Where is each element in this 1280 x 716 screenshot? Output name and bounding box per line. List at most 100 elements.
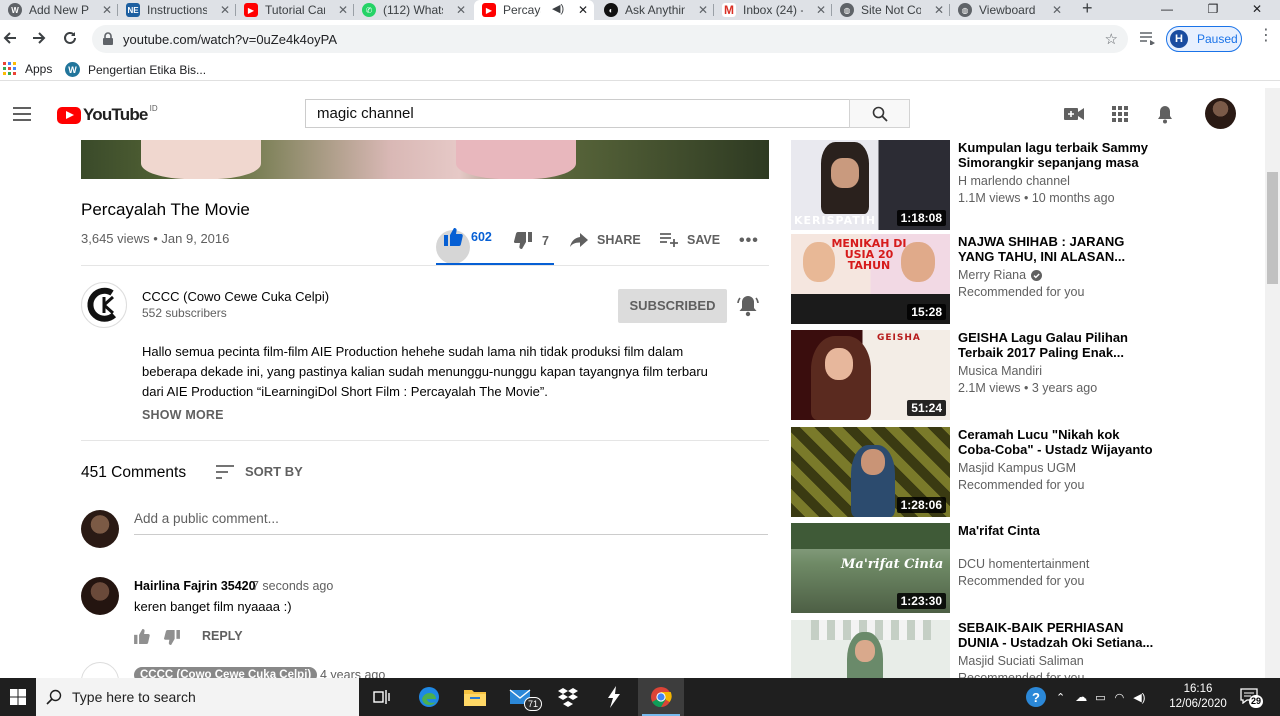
recommended-title[interactable]: Ceramah Lucu "Nikah kok Coba-Coba" - Ust…	[958, 427, 1158, 457]
page-scrollbar-thumb[interactable]	[1267, 172, 1278, 284]
recommended-title[interactable]: SEBAIK-BAIK PERHIASAN DUNIA - Ustadzah O…	[958, 620, 1158, 650]
edge-app[interactable]	[406, 678, 452, 716]
channel-notifications-button[interactable]	[737, 293, 759, 322]
show-more-button[interactable]: SHOW MORE	[142, 408, 224, 422]
add-comment-input[interactable]: Add a public comment...	[134, 511, 768, 535]
tab-whatsapp[interactable]: ✆ (112) Whats ✕	[354, 0, 472, 20]
recommended-title[interactable]: GEISHA Lagu Galau Pilihan Terbaik 2017 P…	[958, 330, 1158, 360]
more-actions-icon[interactable]: •••	[739, 232, 759, 250]
close-icon[interactable]: ✕	[578, 3, 588, 17]
subscribed-button[interactable]: SUBSCRIBED	[618, 289, 727, 323]
video-player[interactable]	[81, 140, 769, 179]
tab-percayalah[interactable]: ▶ Percaya ◀) ✕	[474, 0, 594, 20]
reading-list-icon[interactable]	[1140, 32, 1156, 45]
reload-button[interactable]	[60, 28, 80, 48]
save-button[interactable]: SAVE	[660, 233, 720, 247]
video-thumbnail[interactable]: KERISPATIH 1:18:08	[791, 140, 950, 230]
comment-author[interactable]: Hairlina Fajrin 35420	[134, 579, 256, 593]
help-icon[interactable]: ?	[1026, 687, 1046, 707]
profile-button[interactable]: H Paused	[1166, 26, 1242, 52]
recommended-video[interactable]: MENIKAH DI USIA 20 TAHUN 15:28 NAJWA SHI…	[791, 234, 1161, 324]
sort-by-button[interactable]: SORT BY	[216, 464, 303, 479]
comment-time[interactable]: 7 seconds ago	[252, 579, 333, 593]
recommended-title[interactable]: Kumpulan lagu terbaik Sammy Simorangkir …	[958, 140, 1158, 170]
file-explorer-app[interactable]	[452, 678, 498, 716]
dislike-button[interactable]: 7	[514, 232, 549, 249]
reply-button[interactable]: REPLY	[202, 629, 243, 643]
speaker-icon[interactable]: ◀)	[552, 2, 564, 15]
youtube-apps-button[interactable]	[1109, 103, 1131, 125]
like-button[interactable]: 602	[436, 228, 492, 264]
channel-avatar[interactable]	[81, 282, 127, 328]
back-button[interactable]	[0, 28, 20, 48]
address-bar[interactable]: youtube.com/watch?v=0uZe4k4oyPA ☆	[92, 25, 1128, 53]
close-icon[interactable]: ✕	[456, 3, 466, 17]
battery-icon[interactable]: ▭	[1095, 691, 1105, 704]
close-icon[interactable]: ✕	[816, 3, 826, 17]
recommended-title[interactable]: NAJWA SHIHAB : JARANG YANG TAHU, INI ALA…	[958, 234, 1158, 264]
close-icon[interactable]: ✕	[102, 3, 112, 17]
browser-menu-icon[interactable]: ⋮	[1258, 28, 1274, 44]
close-icon[interactable]: ✕	[220, 3, 230, 17]
recommended-channel[interactable]: Masjid Kampus UGM	[958, 461, 1076, 475]
close-icon[interactable]: ✕	[338, 3, 348, 17]
taskbar-clock[interactable]: 16:16 12/06/2020	[1168, 682, 1228, 712]
action-center-button[interactable]: 29	[1240, 688, 1263, 708]
notifications-button[interactable]	[1154, 103, 1176, 125]
recommended-video[interactable]: Ma'rifat Cinta 1:23:30 Ma'rifat Cinta DC…	[791, 523, 1161, 613]
chrome-app[interactable]	[638, 678, 684, 716]
create-video-button[interactable]	[1063, 103, 1085, 125]
volume-icon[interactable]: ◀)	[1133, 691, 1145, 704]
comment-dislike-icon[interactable]	[164, 630, 180, 645]
account-avatar[interactable]	[1205, 98, 1236, 129]
comment-like-icon[interactable]	[134, 629, 150, 644]
bookmark-etika-bisnis[interactable]: W Pengertian Etika Bis...	[65, 62, 206, 77]
close-icon[interactable]: ✕	[934, 3, 944, 17]
youtube-logo[interactable]: YouTube ID	[57, 104, 158, 125]
onedrive-icon[interactable]: ☁	[1075, 690, 1087, 704]
bookmark-star-icon[interactable]: ☆	[1105, 30, 1118, 48]
guide-menu-icon[interactable]	[13, 107, 31, 121]
minimize-button[interactable]: —	[1144, 0, 1190, 20]
share-button[interactable]: SHARE	[570, 233, 641, 247]
task-view-button[interactable]	[359, 678, 405, 716]
channel-name[interactable]: CCCC (Cowo Cewe Cuka Celpi)	[142, 289, 329, 304]
new-tab-button[interactable]: +	[1082, 0, 1093, 19]
recommended-video[interactable]: KERISPATIH 1:18:08 Kumpulan lagu terbaik…	[791, 140, 1161, 230]
recommended-channel[interactable]: Masjid Suciati Saliman	[958, 654, 1084, 668]
search-input[interactable]	[306, 100, 850, 127]
close-icon[interactable]: ✕	[698, 3, 708, 17]
close-icon[interactable]: ✕	[1052, 3, 1062, 17]
recommended-title[interactable]: Ma'rifat Cinta	[958, 523, 1158, 538]
video-thumbnail[interactable]: GEISHA 51:24	[791, 330, 950, 420]
tab-inbox[interactable]: M Inbox (24) - ✕	[714, 0, 832, 20]
tab-tutorial[interactable]: ▶ Tutorial Car ✕	[236, 0, 354, 20]
video-thumbnail[interactable]: MENIKAH DI USIA 20 TAHUN 15:28	[791, 234, 950, 324]
recommended-channel[interactable]: H marlendo channel	[958, 174, 1070, 188]
start-button[interactable]	[0, 678, 36, 716]
video-thumbnail[interactable]: Ma'rifat Cinta 1:23:30	[791, 523, 950, 613]
tab-viewboard[interactable]: ◍ Viewboard ✕	[950, 0, 1068, 20]
tab-ask-anything[interactable]: ◐ Ask Anything ✕	[596, 0, 714, 20]
taskbar-search[interactable]: Type here to search	[36, 678, 359, 716]
maximize-button[interactable]: ❐	[1190, 0, 1236, 20]
wifi-icon[interactable]: ◠	[1115, 691, 1125, 704]
search-button[interactable]	[849, 99, 910, 128]
chevron-up-icon[interactable]: ⌃	[1056, 691, 1065, 704]
video-thumbnail[interactable]: 1:28:06	[791, 427, 950, 517]
comment-author-avatar[interactable]	[81, 577, 119, 615]
recommended-channel[interactable]: Musica Mandiri	[958, 364, 1042, 378]
tab-site-not-connected[interactable]: ◍ Site Not Co ✕	[832, 0, 950, 20]
recommended-channel[interactable]: DCU homentertainment	[958, 557, 1089, 571]
dropbox-app[interactable]	[545, 678, 591, 716]
power-automate-app[interactable]	[591, 678, 637, 716]
recommended-channel[interactable]: Merry Riana	[958, 268, 1043, 282]
recommended-video[interactable]: GEISHA 51:24 GEISHA Lagu Galau Pilihan T…	[791, 330, 1161, 420]
tab-add-new-post[interactable]: W Add New Po ✕	[0, 0, 118, 20]
mail-app[interactable]: 71	[498, 678, 544, 716]
window-close-button[interactable]: ✕	[1234, 0, 1280, 20]
tab-instructions[interactable]: NE Instructions ✕	[118, 0, 236, 20]
recommended-video[interactable]: 1:28:06 Ceramah Lucu "Nikah kok Coba-Cob…	[791, 427, 1161, 517]
bookmark-apps[interactable]: Apps	[3, 62, 52, 76]
forward-button[interactable]	[29, 28, 49, 48]
